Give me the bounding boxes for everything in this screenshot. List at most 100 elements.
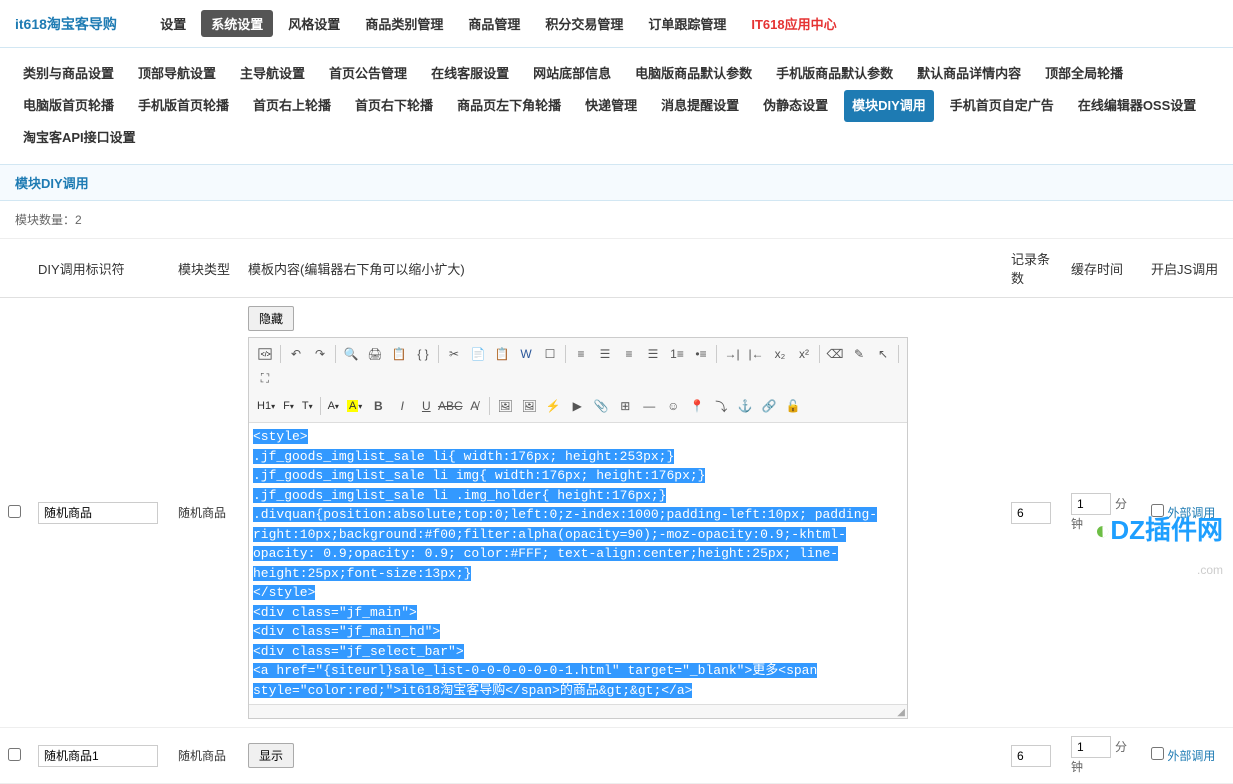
unlink-icon[interactable]: 🔓 <box>782 395 804 417</box>
sub-nav-item[interactable]: 在线编辑器OSS设置 <box>1070 90 1204 122</box>
template-icon[interactable]: 📋 <box>388 343 410 365</box>
anchor-icon[interactable]: ⚓ <box>734 395 756 417</box>
multi-image-icon[interactable]: 🖼 <box>518 395 540 417</box>
row-checkbox[interactable] <box>8 505 21 518</box>
brand-title: it618淘宝客导购 <box>15 14 117 34</box>
sub-nav-item[interactable]: 手机版商品默认参数 <box>768 58 901 90</box>
code-icon[interactable]: { } <box>412 343 434 365</box>
top-nav-item[interactable]: 系统设置 <box>201 10 273 37</box>
align-left-icon[interactable]: ≡ <box>570 343 592 365</box>
toggle-editor-button[interactable]: 显示 <box>248 743 294 768</box>
heading-select[interactable]: H1 ▾ <box>254 396 278 416</box>
external-checkbox[interactable] <box>1151 504 1164 517</box>
file-icon[interactable]: 📎 <box>590 395 612 417</box>
superscript-icon[interactable]: x² <box>793 343 815 365</box>
sub-nav-item[interactable]: 商品页左下角轮播 <box>449 90 569 122</box>
sub-nav-item[interactable]: 淘宝客API接口设置 <box>15 122 144 154</box>
id-input[interactable] <box>38 745 158 767</box>
ordered-list-icon[interactable]: 1≡ <box>666 343 688 365</box>
top-nav-item[interactable]: 设置 <box>150 10 196 37</box>
top-nav-item[interactable]: 订单跟踪管理 <box>638 10 736 37</box>
sub-nav-item[interactable]: 消息提醒设置 <box>653 90 747 122</box>
top-nav-item[interactable]: IT618应用中心 <box>741 10 846 37</box>
toolbar-separator <box>320 397 321 415</box>
fullscreen-icon[interactable]: ⛶ <box>254 367 276 389</box>
sub-nav-item[interactable]: 首页公告管理 <box>321 58 415 90</box>
source-icon[interactable]: </> <box>254 343 276 365</box>
external-link[interactable]: 外部调用 <box>1164 749 1215 763</box>
flash-icon[interactable]: ⚡ <box>542 395 564 417</box>
outdent-icon[interactable]: |← <box>745 343 767 365</box>
unordered-list-icon[interactable]: •≡ <box>690 343 712 365</box>
clear-format-icon[interactable]: ⌫ <box>824 343 846 365</box>
sub-nav-item[interactable]: 手机版首页轮播 <box>130 90 237 122</box>
hr-icon[interactable]: — <box>638 395 660 417</box>
strike-icon[interactable]: ABC <box>439 395 461 417</box>
sub-nav-item[interactable]: 快递管理 <box>577 90 645 122</box>
sub-nav-item[interactable]: 类别与商品设置 <box>15 58 122 90</box>
remove-format-icon[interactable]: A̸ <box>463 395 485 417</box>
editor-content[interactable]: <style>.jf_goods_imglist_sale li{ width:… <box>249 423 907 704</box>
module-table: DIY调用标识符 模块类型 模板内容(编辑器右下角可以缩小扩大) 记录条数 缓存… <box>0 239 1233 784</box>
external-checkbox[interactable] <box>1151 747 1164 760</box>
sub-nav-item[interactable]: 网站底部信息 <box>525 58 619 90</box>
redo-icon[interactable]: ↷ <box>309 343 331 365</box>
toggle-editor-button[interactable]: 隐藏 <box>248 306 294 331</box>
top-nav-item[interactable]: 商品管理 <box>458 10 530 37</box>
records-input[interactable] <box>1011 745 1051 767</box>
sub-nav-item[interactable]: 模块DIY调用 <box>844 90 934 122</box>
sub-nav-item[interactable]: 默认商品详情内容 <box>909 58 1029 90</box>
sub-nav-item[interactable]: 首页右下轮播 <box>347 90 441 122</box>
align-center-icon[interactable]: ☰ <box>594 343 616 365</box>
records-input[interactable] <box>1011 502 1051 524</box>
preview-icon[interactable]: 🔍 <box>340 343 362 365</box>
subscript-icon[interactable]: x₂ <box>769 343 791 365</box>
resize-handle-icon[interactable]: ◢ <box>897 707 905 718</box>
italic-icon[interactable]: I <box>391 395 413 417</box>
external-link[interactable]: 外部调用 <box>1164 506 1215 520</box>
row-checkbox[interactable] <box>8 748 21 761</box>
undo-icon[interactable]: ↶ <box>285 343 307 365</box>
font-color-select[interactable]: A ▾ <box>325 396 342 416</box>
align-right-icon[interactable]: ≡ <box>618 343 640 365</box>
sub-nav-item[interactable]: 手机首页自定广告 <box>942 90 1062 122</box>
select-icon[interactable]: ↖ <box>872 343 894 365</box>
sub-nav-item[interactable]: 伪静态设置 <box>755 90 836 122</box>
print-icon[interactable]: 🖨 <box>364 343 386 365</box>
media-icon[interactable]: ▶ <box>566 395 588 417</box>
copy-icon[interactable]: 📄 <box>467 343 489 365</box>
paste-word-icon[interactable]: W <box>515 343 537 365</box>
top-nav-item[interactable]: 商品类别管理 <box>355 10 453 37</box>
cache-input[interactable] <box>1071 736 1111 758</box>
sub-nav-item[interactable]: 主导航设置 <box>232 58 313 90</box>
select-all-icon[interactable]: ☐ <box>539 343 561 365</box>
quick-format-icon[interactable]: ✎ <box>848 343 870 365</box>
sub-nav-item[interactable]: 顶部全局轮播 <box>1037 58 1131 90</box>
bold-icon[interactable]: B <box>367 395 389 417</box>
underline-icon[interactable]: U <box>415 395 437 417</box>
sub-nav-item[interactable]: 电脑版首页轮播 <box>15 90 122 122</box>
pagebreak-icon[interactable]: ⤵ <box>710 395 732 417</box>
top-nav-item[interactable]: 风格设置 <box>278 10 350 37</box>
bg-color-select[interactable]: A ▾ <box>344 396 365 416</box>
sub-nav-item[interactable]: 电脑版商品默认参数 <box>627 58 760 90</box>
cache-input[interactable] <box>1071 493 1111 515</box>
id-input[interactable] <box>38 502 158 524</box>
indent-icon[interactable]: →| <box>721 343 743 365</box>
align-justify-icon[interactable]: ☰ <box>642 343 664 365</box>
toolbar-separator <box>280 345 281 363</box>
table-icon[interactable]: ⊞ <box>614 395 636 417</box>
emoji-icon[interactable]: ☺ <box>662 395 684 417</box>
paste-icon[interactable]: 📋 <box>491 343 513 365</box>
toolbar-separator <box>489 397 490 415</box>
font-family-select[interactable]: F ▾ <box>280 396 297 416</box>
image-icon[interactable]: 🖼 <box>494 395 516 417</box>
cut-icon[interactable]: ✂ <box>443 343 465 365</box>
sub-nav-item[interactable]: 首页右上轮播 <box>245 90 339 122</box>
sub-nav-item[interactable]: 顶部导航设置 <box>130 58 224 90</box>
map-icon[interactable]: 📍 <box>686 395 708 417</box>
top-nav-item[interactable]: 积分交易管理 <box>535 10 633 37</box>
sub-nav-item[interactable]: 在线客服设置 <box>423 58 517 90</box>
link-icon[interactable]: 🔗 <box>758 395 780 417</box>
font-size-select[interactable]: T ▾ <box>299 396 316 416</box>
